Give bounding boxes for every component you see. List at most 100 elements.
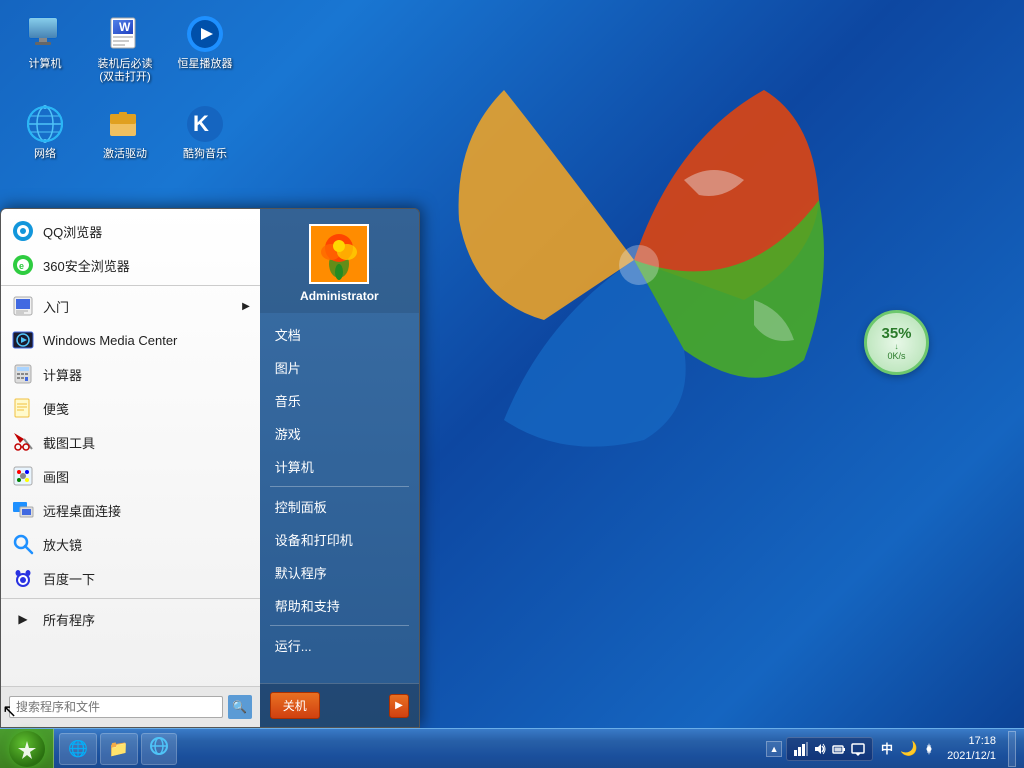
system-clock[interactable]: 17:18 2021/12/1 [941, 732, 1002, 765]
user-avatar[interactable] [309, 224, 369, 284]
net-speed: 0K/s [887, 351, 905, 361]
user-name: Administrator [300, 289, 379, 303]
computer-label: 计算机 [29, 58, 62, 71]
start-menu-item-magnifier[interactable]: 放大镜 [1, 527, 260, 561]
notepad-label: 便笺 [43, 399, 69, 418]
desktop-icon-qqmusic[interactable]: K 酷狗音乐 [170, 100, 240, 165]
taskbar-item-explorer[interactable]: 📁 [100, 733, 138, 765]
svg-text:K: K [193, 111, 209, 136]
taskbar: 🌐 📁 ▲ [0, 728, 1024, 768]
net-percent: 35% [881, 325, 911, 342]
right-menu-devices[interactable]: 设备和打印机 [260, 523, 419, 556]
remote-label: 远程桌面连接 [43, 501, 121, 520]
start-menu-item-getting-started[interactable]: 入门 ▶ [1, 289, 260, 323]
taskbar-item-browser[interactable]: 🌐 [59, 733, 97, 765]
start-menu-item-360[interactable]: e 360安全浏览器 [1, 248, 260, 282]
search-input[interactable] [9, 696, 223, 718]
right-menu-documents[interactable]: 文档 [260, 318, 419, 351]
taskbar-items: 🌐 📁 [54, 733, 766, 765]
taskbar-item-ie[interactable] [141, 733, 177, 765]
snipping-label: 截图工具 [43, 433, 95, 452]
desktop-icons-row2: 网络 激活驱动 K 酷狗音乐 [10, 100, 240, 165]
right-menu-music[interactable]: 音乐 [260, 384, 419, 417]
right-menu-default-programs[interactable]: 默认程序 [260, 556, 419, 589]
desktop: 计算机 W 装机后必读(双击打开) [0, 0, 1024, 768]
tray-action-icon[interactable] [850, 741, 866, 757]
right-menu-games[interactable]: 游戏 [260, 417, 419, 450]
tray-power-icon[interactable] [831, 741, 847, 757]
start-menu-items: QQ浏览器 e 360安全浏览器 [1, 209, 260, 686]
right-menu-items: 文档 图片 音乐 游戏 计算机 控制面板 设备和打印机 默认程序 帮助和支持 运… [260, 313, 419, 683]
start-menu-item-notepad[interactable]: 便笺 [1, 391, 260, 425]
qq-browser-icon [11, 219, 35, 243]
net-arrow-icon: ↓ [895, 342, 899, 351]
user-profile: Administrator [260, 209, 419, 313]
start-menu-item-remote[interactable]: 远程桌面连接 [1, 493, 260, 527]
taskbar-ie-icon [150, 737, 168, 760]
qqmusic-label: 酷狗音乐 [183, 148, 227, 161]
show-desktop-button[interactable] [1008, 731, 1016, 767]
start-menu-item-baidu[interactable]: 百度一下 [1, 561, 260, 595]
right-menu-control-panel[interactable]: 控制面板 [260, 490, 419, 523]
tray-network-icon[interactable] [793, 741, 809, 757]
baidu-icon [11, 566, 35, 590]
tray-moon-icon[interactable]: 🌙 [901, 741, 917, 757]
shutdown-button[interactable]: 关机 [270, 692, 320, 719]
start-menu: QQ浏览器 e 360安全浏览器 [0, 208, 420, 728]
start-button[interactable] [0, 729, 54, 768]
desktop-icon-computer[interactable]: 计算机 [10, 10, 80, 88]
network-icon [25, 104, 65, 144]
start-menu-item-paint[interactable]: 画图 [1, 459, 260, 493]
start-orb [9, 731, 45, 767]
setup-icon: W [105, 14, 145, 54]
taskbar-explorer-icon: 📁 [109, 739, 129, 759]
right-divider-2 [270, 625, 409, 626]
language-indicator[interactable]: 中 [877, 740, 897, 757]
desktop-icons-row1: 计算机 W 装机后必读(双击打开) [10, 10, 240, 88]
qqmusic-icon: K [185, 104, 225, 144]
clock-date: 2021/12/1 [947, 749, 996, 763]
calculator-icon [11, 362, 35, 386]
start-menu-item-all-programs[interactable]: ▶ 所有程序 [1, 602, 260, 636]
svg-text:e: e [19, 261, 24, 271]
right-menu-computer[interactable]: 计算机 [260, 450, 419, 483]
start-menu-item-qq-browser[interactable]: QQ浏览器 [1, 214, 260, 248]
taskbar-right: ▲ [766, 731, 1024, 767]
right-divider-1 [270, 486, 409, 487]
systray [786, 737, 873, 761]
right-menu-help[interactable]: 帮助和支持 [260, 589, 419, 622]
start-menu-search: 🔍 [1, 686, 260, 727]
snipping-icon [11, 430, 35, 454]
desktop-icon-mediaplayer[interactable]: 恒星播放器 [170, 10, 240, 88]
start-menu-right: Administrator 文档 图片 音乐 游戏 计算机 控制面板 设备和打印… [260, 209, 419, 727]
start-menu-item-snipping[interactable]: 截图工具 [1, 425, 260, 459]
shutdown-arrow-button[interactable]: ▶ [389, 694, 409, 718]
tray-settings-icon[interactable] [921, 741, 937, 757]
start-menu-item-media-center[interactable]: Windows Media Center [1, 323, 260, 357]
computer-icon [25, 14, 65, 54]
calculator-label: 计算器 [43, 365, 82, 384]
start-menu-item-calculator[interactable]: 计算器 [1, 357, 260, 391]
clock-time: 17:18 [968, 734, 996, 748]
lang-text: 中 [881, 742, 893, 756]
mediaplayer-label: 恒星播放器 [178, 58, 233, 71]
media-center-icon [11, 328, 35, 352]
tray-volume-icon[interactable] [812, 741, 828, 757]
desktop-icon-setup[interactable]: W 装机后必读(双击打开) [90, 10, 160, 88]
magnifier-icon [11, 532, 35, 556]
search-button[interactable]: 🔍 [228, 695, 252, 719]
right-menu-run[interactable]: 运行... [260, 629, 419, 662]
qq-browser-label: QQ浏览器 [43, 222, 102, 241]
driver-icon [105, 104, 145, 144]
getting-started-arrow: ▶ [242, 301, 250, 312]
desktop-icon-network[interactable]: 网络 [10, 100, 80, 165]
desktop-icon-driver[interactable]: 激活驱动 [90, 100, 160, 165]
right-menu-pictures[interactable]: 图片 [260, 351, 419, 384]
systray-expand-button[interactable]: ▲ [766, 741, 782, 757]
network-label: 网络 [34, 148, 56, 161]
paint-icon [11, 464, 35, 488]
divider-1 [1, 285, 260, 286]
setup-label: 装机后必读(双击打开) [94, 58, 156, 84]
getting-started-label: 入门 [43, 297, 69, 316]
notepad-icon [11, 396, 35, 420]
